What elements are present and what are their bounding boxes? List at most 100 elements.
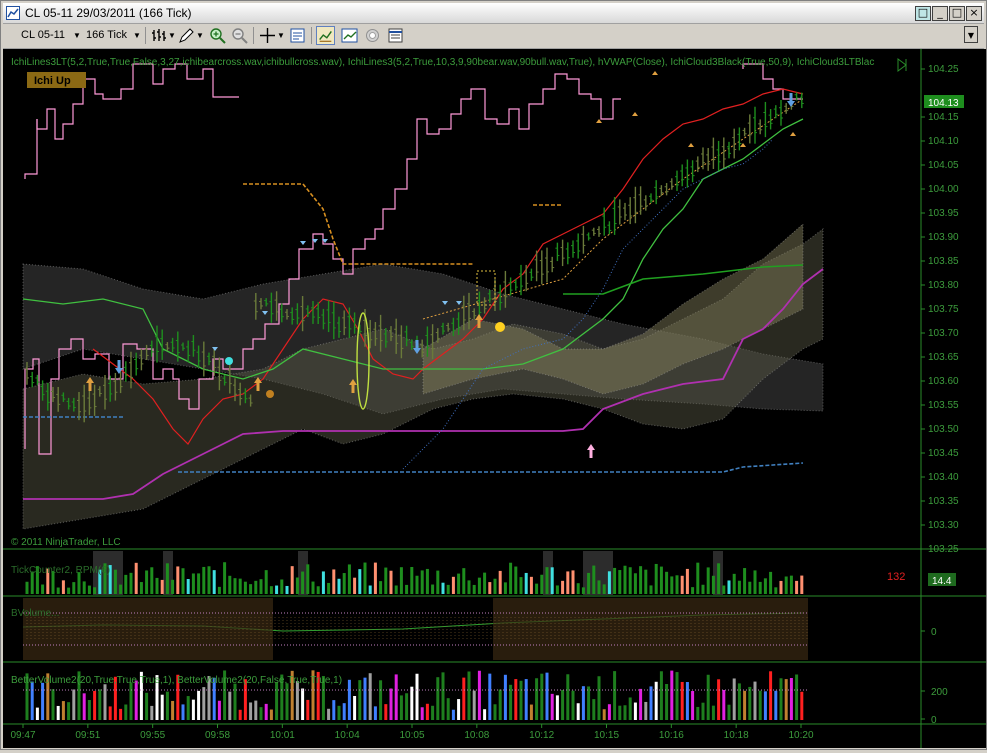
tick-bar <box>228 575 232 594</box>
crosshair-icon[interactable] <box>258 26 277 45</box>
volume-bar <box>368 673 372 720</box>
volume-bar <box>711 705 715 720</box>
tick-bar <box>186 579 190 594</box>
volume-bar <box>633 702 637 720</box>
volume-bar <box>441 672 445 720</box>
time-tick-label: 09:55 <box>140 730 165 741</box>
tick-bar <box>82 581 86 594</box>
volume-bar <box>233 683 237 720</box>
volume-bar <box>197 690 201 720</box>
tick-bar <box>124 574 128 594</box>
osc-shade-left <box>23 598 273 660</box>
tick-bar <box>498 570 502 594</box>
tick-count: 132 <box>887 571 905 583</box>
tick-bar <box>462 568 466 594</box>
chart-window: CL 05-11 29/03/2011 (166 Tick) □ _ □ × C… <box>0 0 987 750</box>
tick-bar <box>155 577 159 594</box>
volume-bar <box>488 673 492 720</box>
data-box-icon[interactable] <box>288 26 307 45</box>
tick-panel-label: TickCounter2, RPM(6) <box>11 565 110 576</box>
tick-bar <box>566 571 570 594</box>
chart-toolbar: CL 05-11 ▼ 166 Tick ▼ ▼ ▼ ▼ ▼ <box>3 24 984 49</box>
time-tick-label: 10:12 <box>529 730 554 741</box>
volume-bar <box>202 687 206 720</box>
chart-canvas[interactable]: 104.25 104.15 104.10 104.05 104.00 103.95 103.… <box>3 49 986 748</box>
tick-bar <box>795 580 799 594</box>
crosshair-dropdown-arrow[interactable]: ▼ <box>277 26 285 45</box>
tick-bar <box>285 585 289 594</box>
volume-bar <box>186 696 190 720</box>
volume-bar <box>644 701 648 720</box>
scroll-right-icon[interactable] <box>897 58 907 72</box>
tick-bar <box>165 563 169 594</box>
volume-bar <box>295 681 299 720</box>
volume-tick-label: 200 <box>931 687 948 698</box>
volume-bar <box>587 686 591 720</box>
instrument-selector[interactable]: CL 05-11 <box>21 26 65 45</box>
tick-bar <box>665 571 669 594</box>
volume-bar <box>597 676 601 720</box>
volume-bar <box>51 689 55 720</box>
tick-bar <box>410 566 414 594</box>
tick-bar <box>337 578 341 594</box>
volume-bar <box>769 671 773 720</box>
tick-bar <box>233 578 237 594</box>
tick-bar <box>711 575 715 594</box>
properties-icon[interactable] <box>386 26 405 45</box>
restore-icon[interactable]: □ <box>915 6 931 21</box>
zoom-in-icon[interactable] <box>208 26 227 45</box>
bar-type-icon[interactable] <box>150 26 169 45</box>
volume-bar <box>93 690 97 720</box>
tick-bar <box>717 563 721 594</box>
bar-type-dropdown-arrow[interactable]: ▼ <box>168 26 176 45</box>
minimize-button[interactable]: _ <box>932 6 948 21</box>
tick-bar <box>555 585 559 594</box>
volume-bar <box>680 681 684 720</box>
tiny-up-marker-icon <box>632 112 638 116</box>
tick-bar <box>509 562 513 594</box>
alerts-icon[interactable] <box>363 26 382 45</box>
tick-bar <box>332 569 336 594</box>
volume-bar <box>758 690 762 720</box>
indicators-icon[interactable] <box>316 26 335 45</box>
instrument-dropdown-arrow[interactable]: ▼ <box>73 26 81 45</box>
volume-bar <box>722 690 726 720</box>
drawing-tool-icon[interactable] <box>177 26 196 45</box>
volume-bar <box>399 695 403 720</box>
volume-bar <box>529 704 533 720</box>
tick-bar <box>576 583 580 594</box>
volume-bar <box>228 691 232 720</box>
volume-bar <box>727 704 731 720</box>
volume-bar <box>540 673 544 720</box>
volume-bar <box>696 706 700 720</box>
close-button[interactable]: × <box>966 6 982 21</box>
volume-bar <box>451 709 455 720</box>
tick-bar <box>472 584 476 594</box>
toolbar-menu-arrow[interactable]: ▼ <box>964 26 978 43</box>
strategies-icon[interactable] <box>340 26 359 45</box>
interval-selector[interactable]: 166 Tick <box>86 26 127 45</box>
volume-bar <box>394 674 398 720</box>
maximize-button[interactable]: □ <box>949 6 965 21</box>
tick-bar <box>607 571 611 594</box>
zoom-out-icon[interactable] <box>230 26 249 45</box>
tick-bar <box>176 566 180 594</box>
title-bar[interactable]: CL 05-11 29/03/2011 (166 Tick) □ _ □ × <box>3 3 984 24</box>
tick-bar <box>207 566 211 594</box>
chart-area[interactable]: 104.25 104.15 104.10 104.05 104.00 103.95 103.… <box>3 49 986 748</box>
pink-line-start <box>24 119 38 179</box>
drawing-dropdown-arrow[interactable]: ▼ <box>196 26 204 45</box>
tick-bar <box>451 576 455 594</box>
volume-bar <box>477 670 481 720</box>
y-tick-label: 103.45 <box>928 448 959 459</box>
interval-dropdown-arrow[interactable]: ▼ <box>133 26 141 45</box>
volume-bar <box>275 682 279 720</box>
last-price: 104.13 <box>928 98 959 109</box>
buy-arrow-icon <box>587 444 595 458</box>
price-indicator-labels: IchiLines3LT(5,2,True,True,False,3,27,ic… <box>11 57 874 68</box>
tick-bar <box>618 570 622 594</box>
pink-line-end <box>742 63 803 100</box>
volume-bar <box>436 677 440 720</box>
tick-bar <box>727 580 731 594</box>
volume-bar <box>524 679 528 720</box>
